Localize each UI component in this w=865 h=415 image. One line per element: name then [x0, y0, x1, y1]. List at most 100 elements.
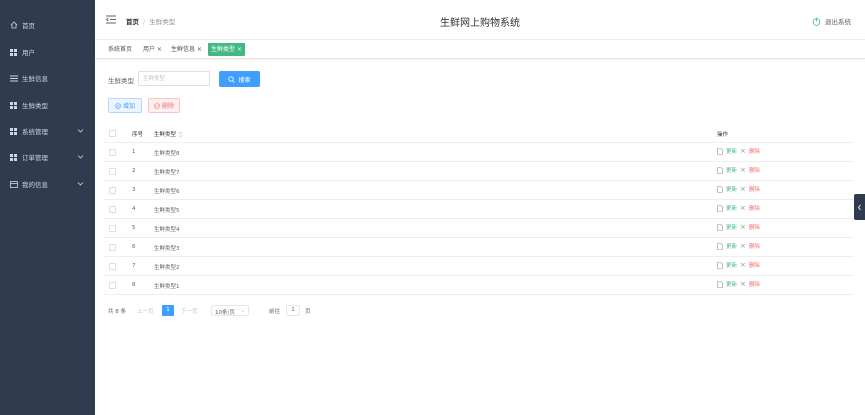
tags-view: 系统首页 用户 × 生鲜信息 × 生鲜类型 × — [95, 40, 865, 59]
row-name: 生鲜类型1 — [154, 284, 180, 290]
row-name: 生鲜类型8 — [154, 151, 180, 157]
batch-delete-button[interactable]: 删除 — [148, 98, 180, 113]
sidebar-item-fresh-info[interactable]: 生鲜信息 — [0, 65, 95, 91]
card-icon — [9, 180, 18, 189]
row-checkbox[interactable] — [109, 225, 116, 232]
row-checkbox[interactable] — [109, 282, 116, 289]
close-icon: × — [740, 223, 746, 231]
table-row: 1 生鲜类型8 更新 × 删除 — [104, 143, 854, 162]
row-ops: 更新 × 删除 — [717, 166, 760, 174]
home-icon — [9, 21, 18, 30]
header-index: 序号 — [132, 132, 144, 138]
sidebar-item-label: 我的信息 — [22, 181, 48, 189]
update-link[interactable]: 更新 — [726, 261, 737, 269]
close-icon: × — [740, 166, 746, 174]
sidebar-item-users[interactable]: 用户 — [0, 39, 95, 65]
update-link[interactable]: 更新 — [726, 204, 737, 212]
row-checkbox[interactable] — [109, 206, 116, 213]
document-icon — [717, 185, 723, 193]
tag-fresh-type[interactable]: 生鲜类型 × — [208, 43, 245, 56]
data-table: 序号 生鲜类型 操作 1 生鲜类型8 更新 × 删除 2 生鲜类型7 更新 × 删除 3 生鲜类型6 更… — [104, 124, 854, 295]
tag-home[interactable]: 系统首页 — [108, 43, 132, 56]
sidebar-item-system[interactable]: 系统管理 — [0, 118, 95, 144]
row-index: 1 — [132, 149, 136, 155]
tag-users[interactable]: 用户 × — [143, 43, 162, 56]
table-row: 3 生鲜类型6 更新 × 删除 — [104, 181, 854, 200]
grid-icon — [9, 48, 18, 57]
grid-icon — [9, 127, 18, 136]
top-header: 首页 / 生鲜类型 生鲜网上购物系统 退出系统 — [95, 0, 865, 40]
header-name-label: 生鲜类型 — [154, 132, 177, 138]
search-icon — [228, 75, 236, 83]
table-row: 7 生鲜类型2 更新 × 删除 — [104, 257, 854, 276]
row-ops: 更新 × 删除 — [717, 242, 760, 250]
add-button[interactable]: 增加 — [108, 98, 142, 113]
row-checkbox[interactable] — [109, 149, 116, 156]
document-icon — [717, 223, 723, 231]
pagination-page-unit: 页 — [305, 309, 311, 315]
update-link[interactable]: 更新 — [726, 223, 737, 231]
delete-link[interactable]: 删除 — [749, 147, 760, 155]
logout-button[interactable]: 退出系统 — [812, 16, 851, 26]
delete-link[interactable]: 删除 — [749, 204, 760, 212]
sidebar-item-fresh-type[interactable]: 生鲜类型 — [0, 92, 95, 118]
update-link[interactable]: 更新 — [726, 280, 737, 288]
plus-circle-icon — [115, 102, 121, 109]
delete-link[interactable]: 删除 — [749, 261, 760, 269]
app-title: 生鲜网上购物系统 — [440, 18, 520, 29]
pagination-goto-input[interactable]: 1 — [286, 305, 300, 316]
table-body: 1 生鲜类型8 更新 × 删除 2 生鲜类型7 更新 × 删除 3 生鲜类型6 更新 × 删除 4 生鲜类型5 更… — [104, 143, 854, 295]
search-input[interactable] — [138, 71, 210, 86]
page-size-select[interactable]: 10条/页 ⌄ — [211, 305, 249, 316]
sort-icon[interactable] — [178, 131, 183, 138]
add-button-label: 增加 — [122, 103, 135, 110]
header-name[interactable]: 生鲜类型 — [154, 130, 183, 138]
close-icon: × — [740, 242, 746, 250]
row-ops: 更新 × 删除 — [717, 204, 760, 212]
row-ops: 更新 × 删除 — [717, 147, 760, 155]
select-all-checkbox[interactable] — [109, 130, 116, 137]
sidebar-item-label: 生鲜类型 — [22, 102, 48, 110]
row-index: 6 — [132, 244, 136, 250]
search-button-label: 搜索 — [238, 76, 251, 84]
search-button[interactable]: 搜索 — [219, 71, 260, 87]
side-panel-toggle[interactable] — [854, 194, 865, 220]
table-row: 6 生鲜类型3 更新 × 删除 — [104, 238, 854, 257]
row-name: 生鲜类型2 — [154, 265, 180, 271]
sidebar-item-my-info[interactable]: 我的信息 — [0, 171, 95, 197]
sidebar-item-orders[interactable]: 订单管理 — [0, 144, 95, 170]
delete-link[interactable]: 删除 — [749, 185, 760, 193]
pagination-next[interactable]: 下一页 — [181, 307, 198, 315]
delete-link[interactable]: 删除 — [749, 166, 760, 174]
row-checkbox[interactable] — [109, 168, 116, 175]
chevron-down-icon: ⌄ — [240, 308, 245, 314]
pagination-goto-label: 前往 — [269, 309, 281, 315]
delete-link[interactable]: 删除 — [749, 242, 760, 250]
app-root: 首页 用户 生鲜信息 生鲜类型 系统管理 订单管理 我的信息 首页 / 生鲜类型… — [0, 0, 865, 415]
pagination-current-page[interactable]: 1 — [162, 305, 174, 316]
update-link[interactable]: 更新 — [726, 242, 737, 250]
update-link[interactable]: 更新 — [726, 185, 737, 193]
update-link[interactable]: 更新 — [726, 166, 737, 174]
sidebar-item-label: 系统管理 — [22, 128, 48, 136]
close-icon: × — [740, 261, 746, 269]
pagination-prev[interactable]: 上一页 — [137, 307, 154, 315]
row-checkbox[interactable] — [109, 187, 116, 194]
sidebar-item-home[interactable]: 首页 — [0, 12, 95, 38]
pagination-total: 共 8 条 — [108, 309, 126, 315]
chevron-down-icon — [77, 182, 84, 186]
delete-link[interactable]: 删除 — [749, 280, 760, 288]
document-icon — [717, 242, 723, 250]
row-name: 生鲜类型5 — [154, 208, 180, 214]
table-row: 2 生鲜类型7 更新 × 删除 — [104, 162, 854, 181]
close-icon: × — [740, 185, 746, 193]
chevron-down-icon — [77, 129, 84, 133]
tag-fresh-info[interactable]: 生鲜信息 × — [171, 43, 202, 56]
row-checkbox[interactable] — [109, 244, 116, 251]
row-checkbox[interactable] — [109, 263, 116, 270]
update-link[interactable]: 更新 — [726, 147, 737, 155]
delete-button-label: 删除 — [161, 103, 174, 110]
row-index: 7 — [132, 263, 136, 269]
search-label: 生鲜类型 — [108, 77, 134, 85]
delete-link[interactable]: 删除 — [749, 223, 760, 231]
